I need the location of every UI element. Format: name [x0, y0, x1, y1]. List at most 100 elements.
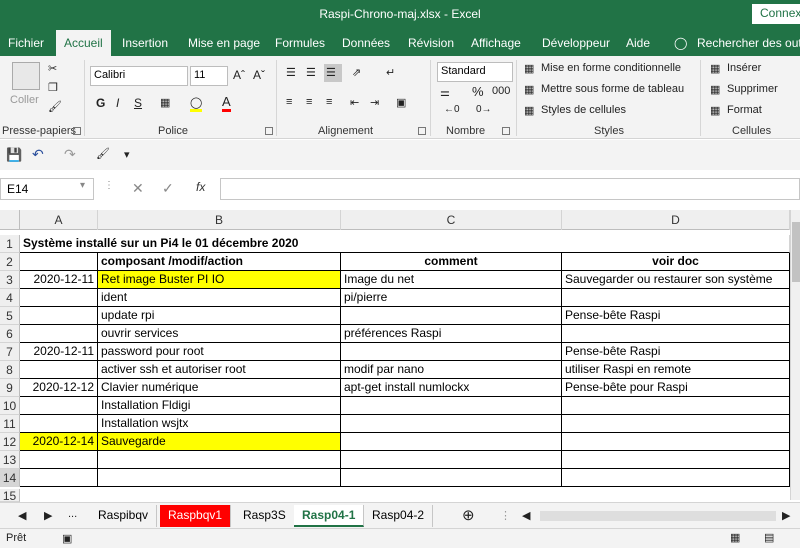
cell[interactable]: [341, 307, 562, 325]
format-painter-qat-icon[interactable]: 🖌: [96, 147, 110, 160]
cell[interactable]: activer ssh et autoriser root: [98, 361, 341, 379]
sheet-tab-rasp04-2[interactable]: Rasp04-2: [364, 505, 434, 527]
clipboard-launcher-icon[interactable]: [73, 127, 81, 135]
align-bottom-icon[interactable]: ☰: [324, 64, 342, 82]
row-header[interactable]: 8: [0, 361, 20, 379]
row-header[interactable]: 10: [0, 397, 20, 415]
sheet-tab-raspibqv[interactable]: Raspibqv: [90, 505, 158, 527]
align-right-icon[interactable]: ≡: [326, 96, 332, 108]
cell[interactable]: [98, 469, 341, 487]
header-cell-voir-doc[interactable]: voir doc: [562, 253, 790, 271]
tab-fichier[interactable]: Fichier: [8, 36, 44, 50]
hscroll-right-icon[interactable]: ▶: [782, 509, 790, 522]
cell[interactable]: password pour root: [98, 343, 341, 361]
insert-button[interactable]: Insérer: [727, 62, 761, 74]
date-cell[interactable]: [20, 397, 98, 415]
date-cell[interactable]: [20, 415, 98, 433]
cell[interactable]: Sauvegarde: [98, 433, 341, 451]
date-cell[interactable]: 2020-12-11: [20, 343, 98, 361]
align-left-icon[interactable]: ≡: [286, 96, 292, 108]
wrap-text-icon[interactable]: ↵: [386, 66, 395, 79]
cell[interactable]: [562, 451, 790, 469]
format-button[interactable]: Format: [727, 104, 762, 116]
date-cell[interactable]: 2020-12-12: [20, 379, 98, 397]
number-launcher-icon[interactable]: [502, 127, 510, 135]
decrease-font-icon[interactable]: Aˇ: [253, 68, 265, 82]
row-header[interactable]: 14: [0, 469, 20, 487]
row-header[interactable]: 12: [0, 433, 20, 451]
copy-icon[interactable]: ❐: [48, 81, 58, 94]
align-top-icon[interactable]: ☰: [286, 66, 296, 79]
font-color-icon[interactable]: A: [222, 94, 231, 112]
row-header[interactable]: 7: [0, 343, 20, 361]
cell[interactable]: préférences Raspi: [341, 325, 562, 343]
vertical-scrollbar[interactable]: [790, 210, 800, 500]
cell[interactable]: Installation wsjtx: [98, 415, 341, 433]
fill-color-icon[interactable]: ◯: [190, 96, 203, 112]
date-cell[interactable]: [20, 307, 98, 325]
row-header[interactable]: 1: [0, 235, 20, 253]
horizontal-scrollbar[interactable]: [540, 511, 776, 521]
normal-view-icon[interactable]: ▦: [730, 531, 740, 544]
delete-button[interactable]: Supprimer: [727, 83, 778, 95]
cell[interactable]: [20, 451, 98, 469]
sheet-title-cell[interactable]: Système installé sur un Pi4 le 01 décemb…: [20, 235, 790, 253]
percent-button[interactable]: %: [472, 84, 484, 99]
cell[interactable]: Clavier numérique: [98, 379, 341, 397]
decrease-indent-icon[interactable]: ⇤: [350, 96, 359, 109]
cell[interactable]: Image du net: [341, 271, 562, 289]
font-name-box[interactable]: Calibri: [90, 66, 188, 86]
sheet-tab-rasp04-1[interactable]: Rasp04-1: [294, 505, 365, 527]
date-cell[interactable]: [20, 289, 98, 307]
increase-indent-icon[interactable]: ⇥: [370, 96, 379, 109]
undo-icon[interactable]: ↶: [32, 146, 44, 163]
header-cell-comment[interactable]: comment: [341, 253, 562, 271]
cell[interactable]: [341, 433, 562, 451]
customize-qat-icon[interactable]: ▾: [124, 148, 130, 161]
borders-icon[interactable]: ▦: [160, 96, 170, 109]
add-sheet-icon[interactable]: ⊕: [462, 506, 475, 524]
column-header-d[interactable]: D: [562, 210, 790, 230]
sheet-tab-raspbqv1[interactable]: Raspbqv1: [160, 505, 232, 527]
tell-me-search[interactable]: Rechercher des outils: [697, 36, 800, 50]
orientation-icon[interactable]: ⇗: [352, 66, 361, 79]
cut-icon[interactable]: ✂: [48, 62, 57, 75]
paste-button[interactable]: Coller: [10, 94, 39, 106]
tab-formules[interactable]: Formules: [275, 36, 325, 50]
format-as-table-button[interactable]: Mettre sous forme de tableau: [541, 83, 684, 95]
redo-icon[interactable]: ↷: [64, 146, 76, 163]
enter-icon[interactable]: ✓: [162, 180, 174, 197]
currency-icon[interactable]: ⚌: [440, 86, 450, 99]
insert-function-button[interactable]: fx: [196, 180, 205, 194]
hscroll-left-icon[interactable]: ◀: [522, 509, 530, 522]
name-box-dropdown-icon[interactable]: ▾: [80, 180, 85, 191]
cell[interactable]: [341, 343, 562, 361]
cell[interactable]: Pense-bête pour Raspi: [562, 379, 790, 397]
cell[interactable]: Ret image Buster PI IO: [98, 271, 341, 289]
tab-mise-en-page[interactable]: Mise en page: [188, 36, 260, 50]
align-middle-icon[interactable]: ☰: [306, 66, 316, 79]
cell[interactable]: [341, 451, 562, 469]
tab-developpeur[interactable]: Développeur: [542, 36, 610, 50]
decrease-decimal-icon[interactable]: 0→: [476, 104, 492, 115]
cell[interactable]: [341, 415, 562, 433]
connect-button[interactable]: Connex: [752, 4, 800, 24]
tab-accueil[interactable]: Accueil: [56, 30, 111, 56]
cell[interactable]: update rpi: [98, 307, 341, 325]
cell[interactable]: Sauvegarder ou restaurer son système: [562, 271, 790, 289]
tab-split-icon[interactable]: ⋮: [500, 509, 511, 522]
tab-aide[interactable]: Aide: [626, 36, 650, 50]
row-header[interactable]: 15: [0, 489, 20, 502]
cell[interactable]: Installation Fldigi: [98, 397, 341, 415]
tab-revision[interactable]: Révision: [408, 36, 454, 50]
date-cell[interactable]: 2020-12-11: [20, 271, 98, 289]
cell[interactable]: [562, 433, 790, 451]
select-all-button[interactable]: [0, 210, 20, 230]
column-header-c[interactable]: C: [341, 210, 562, 230]
cell[interactable]: apt-get install numlockx: [341, 379, 562, 397]
column-header-b[interactable]: B: [98, 210, 341, 230]
italic-button[interactable]: I: [116, 96, 119, 110]
align-center-icon[interactable]: ≡: [306, 96, 312, 108]
scroll-right-icon[interactable]: ▶: [44, 509, 52, 522]
cell[interactable]: modif par nano: [341, 361, 562, 379]
